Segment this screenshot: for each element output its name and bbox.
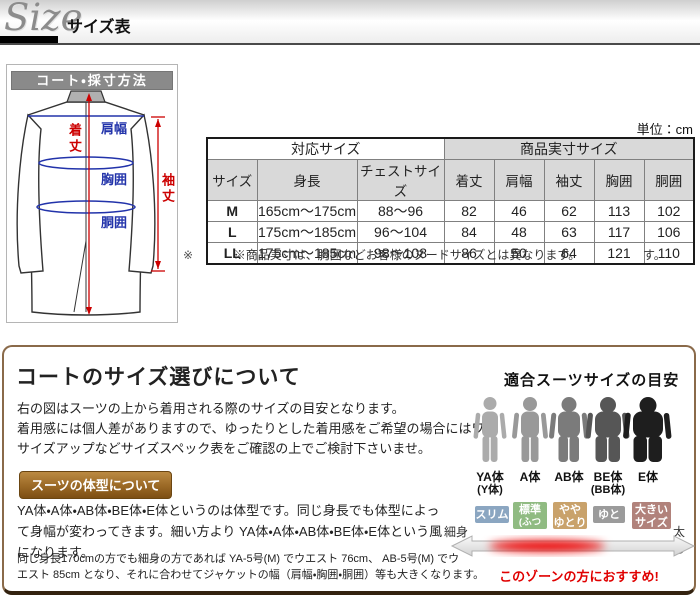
unit-label: 単位：cm (600, 119, 693, 138)
page-title: サイズ表 (67, 13, 131, 37)
table-note: ※商品実寸は、胸囲などお客様のヌードサイズとは異なります。 (206, 246, 608, 263)
body-type-figure-be (585, 397, 629, 462)
measurement-panel-title: コート・採寸方法 (11, 71, 173, 90)
intro-line: 右の図はスーツの上から着用される際のサイズの目安となります。 (17, 399, 497, 419)
label-shoulder-width: 肩幅 (101, 118, 127, 137)
body-type-figure-a (512, 397, 548, 462)
fit-chip-line: スリム (475, 507, 509, 523)
footnote-mark: ※ (183, 248, 193, 262)
detail-text: 同じ身長170cmの方でも細身の方であれば YA-5号(M) でウエスト 76c… (17, 551, 484, 583)
body-type-badge: スーツの体型について (19, 471, 172, 499)
coat-left-sleeve (17, 115, 43, 273)
label-sleeve-length: 袖丈 (158, 173, 177, 205)
table-column-header-row: サイズ 身長 チェストサイズ 着丈 肩幅 袖丈 胸囲 胴囲 (207, 160, 694, 201)
group-header-actual: 商品実寸サイズ (444, 138, 694, 160)
data-cell: 175cm～185cm (257, 222, 357, 243)
body-type-label-sub: (BB体) (584, 484, 632, 497)
info-box: コートのサイズ選びについて 右の図はスーツの上から着用される際のサイズの目安とな… (2, 345, 696, 595)
col-header-sleeve: 袖丈 (544, 160, 594, 201)
table-group-header-row: 対応サイズ 商品実寸サイズ (207, 138, 694, 160)
table-row: L 175cm～185cm 96～104 84 48 63 117 106 (207, 222, 694, 243)
sizing-guide-title: 適合スーツサイズの目安 (504, 369, 679, 390)
fit-chip: スリム (475, 506, 509, 523)
intro-line: 着用感には個人差がありますので、ゆったりとした着用感をご希望の場合にはワン (17, 419, 497, 439)
fit-chip: 標準 (ふつう) (513, 502, 547, 529)
header-band: Size サイズ表 (0, 0, 700, 45)
body-type-line: YA体・A体・AB体・BE体・E体というのは体型です。同じ身長でも体型によっ (17, 500, 442, 521)
col-header-height: 身長 (257, 160, 357, 201)
data-cell: 88～96 (357, 201, 444, 222)
measurement-panel: コート・採寸方法 着丈 肩幅 胸囲 胴囲 袖丈 (6, 64, 178, 323)
fit-chip: 大きい サイズ (632, 502, 671, 529)
fit-chip-line: 標準 (513, 504, 547, 517)
info-title: コートのサイズ選びについて (16, 361, 301, 391)
body-type-figure-ab (549, 397, 589, 462)
data-cell: 48 (494, 222, 544, 243)
data-cell: 102 (644, 201, 694, 222)
col-header-waist: 胴囲 (644, 160, 694, 201)
col-header-body-length: 着丈 (444, 160, 494, 201)
coat-right-sleeve (129, 115, 155, 273)
intro-line: サイズアップなどサイズスペック表をご確認の上でご検討下さいませ。 (17, 439, 497, 459)
body-figures-svg (462, 397, 694, 465)
table-note-overflow: す。 (643, 246, 666, 263)
coat-diagram-svg (7, 65, 179, 324)
detail-line: 同じ身長170cmの方でも細身の方であれば YA-5号(M) でウエスト 76c… (17, 551, 484, 567)
fit-chip-line: ゆとり (553, 517, 587, 530)
detail-line: エスト 85cm となり、それに合わせてジャケットの幅（肩幅・胸囲・胴囲）等も大… (17, 567, 484, 583)
fit-chip: やや ゆとり (553, 502, 587, 529)
fit-chip-line: 大きい (632, 504, 671, 517)
label-waist: 胴囲 (101, 212, 127, 231)
table-row: M 165cm～175cm 88～96 82 46 62 113 102 (207, 201, 694, 222)
body-type-figure-e (623, 397, 672, 462)
label-chest: 胸囲 (101, 169, 127, 188)
fit-chip-line: やや (553, 504, 587, 517)
body-type-label-main: E体 (624, 471, 672, 484)
data-cell: 84 (444, 222, 494, 243)
size-cell: M (207, 201, 257, 222)
body-type-label: E体 (624, 471, 672, 484)
recommend-zone-glow (489, 541, 605, 552)
intro-text: 右の図はスーツの上から着用される際のサイズの目安となります。 着用感には個人差が… (17, 399, 497, 459)
col-header-chest-size: チェストサイズ (357, 160, 444, 201)
data-cell: 165cm～175cm (257, 201, 357, 222)
size-cell: L (207, 222, 257, 243)
size-logo-underline (0, 36, 58, 43)
data-cell: 106 (644, 222, 694, 243)
data-cell: 113 (594, 201, 644, 222)
data-cell: 96～104 (357, 222, 444, 243)
data-cell: 62 (544, 201, 594, 222)
range-arrow-svg (450, 532, 696, 560)
group-header-correspond: 対応サイズ (207, 138, 444, 160)
body-type-figure-ya (473, 397, 506, 462)
col-header-chest: 胸囲 (594, 160, 644, 201)
body-type-label-sub: (Y体) (466, 484, 514, 497)
col-header-shoulder: 肩幅 (494, 160, 544, 201)
label-body-length: 着丈 (65, 123, 84, 155)
data-cell: 63 (544, 222, 594, 243)
data-cell: 117 (594, 222, 644, 243)
data-cell: 46 (494, 201, 544, 222)
fit-chip: ゆとり (593, 506, 625, 523)
coat-collar (67, 91, 105, 102)
page-root: Size サイズ表 (0, 0, 700, 600)
col-header-size: サイズ (207, 160, 257, 201)
fit-chip-line: サイズ (632, 517, 671, 530)
body-type-line: て身幅が変わってきます。細い方より YA体・A体・AB体・BE体・E体という風 (17, 521, 442, 542)
recommend-text: このゾーンの方におすすめ! (462, 566, 696, 585)
data-cell: 82 (444, 201, 494, 222)
